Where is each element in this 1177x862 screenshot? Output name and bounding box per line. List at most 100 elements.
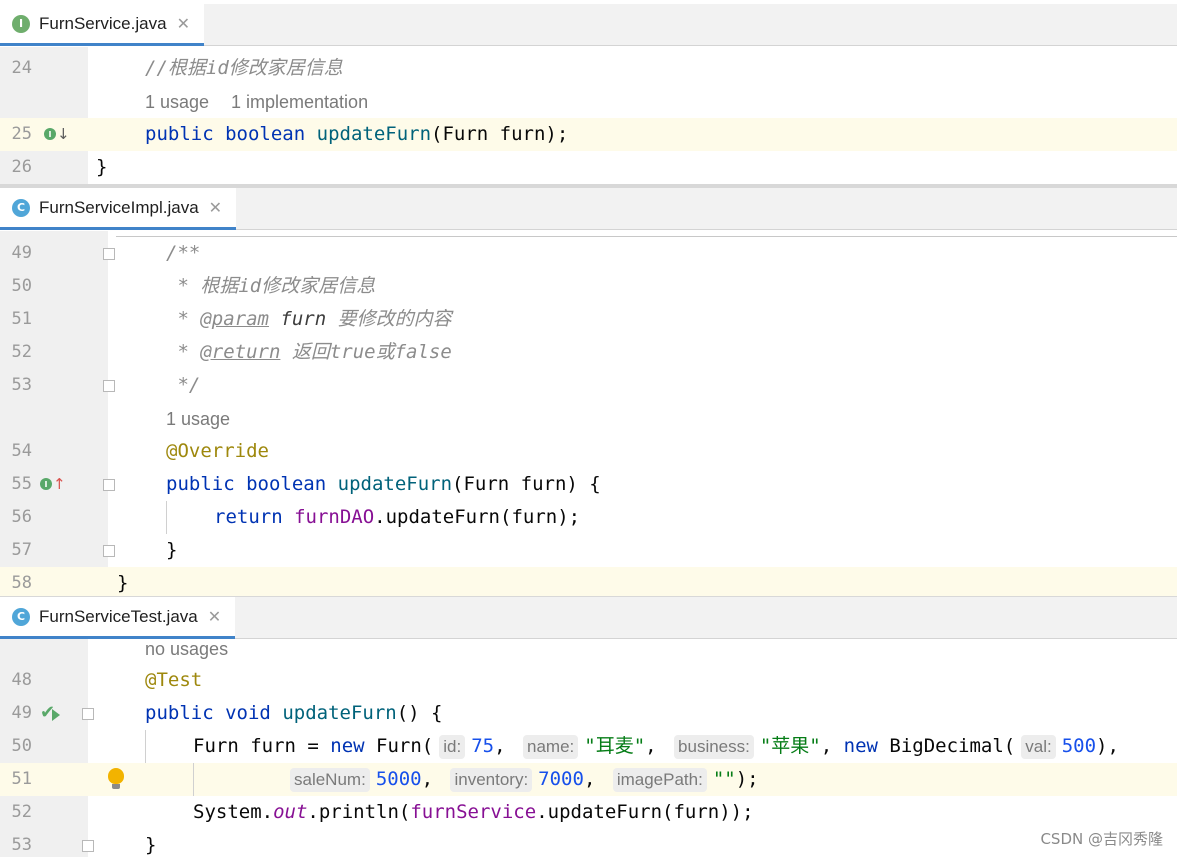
code-text: .updateFurn(furn)); [536, 801, 754, 823]
fold-icon[interactable] [103, 248, 115, 260]
code-line-49: 49 /** [0, 237, 1177, 270]
param-desc: 要修改的内容 [326, 308, 452, 330]
code-line-55: 55 I ↑ public boolean updateFurn(Furn fu… [0, 468, 1177, 501]
code-line-26: 26 } [0, 151, 1177, 184]
closing-brace: } [145, 834, 157, 856]
tabbar-furnservice: I FurnService.java ✕ [0, 4, 1177, 46]
code-line-25: 25 I ↓ public boolean updateFurn(Furn fu… [0, 118, 1177, 151]
javadoc-star: * [166, 341, 201, 363]
close-tab-icon[interactable]: ✕ [177, 14, 190, 33]
tab-label: FurnService.java [39, 13, 167, 33]
fold-end-icon[interactable] [103, 380, 115, 392]
code-line-48: 48 @Test [0, 664, 1177, 697]
method-declaration: public boolean updateFurn(Furn furn); [145, 118, 568, 151]
usages-hint[interactable]: no usages [145, 633, 228, 666]
method-name: updateFurn [282, 702, 397, 724]
code-line-24: 24 //根据id修改家居信息 [0, 52, 1177, 85]
signature: () { [396, 702, 443, 724]
javadoc-text: * 根据id修改家居信息 [166, 275, 376, 297]
line-number: 55 [11, 474, 32, 494]
call: .updateFurn(furn); [374, 506, 581, 528]
constructor-args: saleNum: 5000, inventory: 7000, imagePath:… [284, 763, 759, 796]
fold-end-icon[interactable] [82, 840, 94, 852]
method-declaration: public boolean updateFurn(Furn furn) { [166, 468, 601, 501]
tab-label: FurnServiceTest.java [39, 606, 198, 626]
field-ref: furnService [410, 801, 537, 823]
line-number: 26 [11, 157, 32, 177]
run-arrow-icon[interactable] [52, 709, 60, 721]
param-name: furn [280, 308, 327, 330]
lightbulb-icon[interactable] [108, 768, 124, 784]
code-line-51: 51 saleNum: 5000, inventory: 7000, imagePa… [0, 763, 1177, 796]
code-line-53: 53 */ [0, 369, 1177, 402]
param-hint: val: [1021, 735, 1056, 759]
keyword: boolean [246, 473, 327, 495]
closing-brace: } [166, 539, 178, 561]
close-tab-icon[interactable]: ✕ [208, 607, 221, 626]
usages-hint[interactable]: 1 usage [145, 86, 209, 119]
line-number: 50 [11, 736, 32, 756]
javadoc-tag[interactable]: @return [200, 341, 280, 363]
down-arrow-icon: ↓ [57, 125, 70, 143]
signature: (Furn furn); [431, 123, 569, 145]
implemented-icon[interactable]: I [44, 128, 56, 140]
keyword: boolean [225, 123, 306, 145]
keyword: public [166, 473, 235, 495]
inlay-hint-row: 1 usage 1 implementation [0, 86, 1177, 119]
inlay-hint-row: no usages [0, 633, 1177, 663]
line-number: 56 [11, 507, 32, 527]
code-line-49: 49 ✔ public void updateFurn() { [0, 697, 1177, 730]
return-desc: 返回true或false [280, 341, 452, 363]
signature: (Furn furn) { [452, 473, 601, 495]
tab-furnservice-java[interactable]: I FurnService.java ✕ [0, 4, 204, 46]
close-tab-icon[interactable]: ✕ [209, 198, 222, 217]
test-class-file-icon: C [12, 607, 30, 626]
println-statement: System.out.println(furnService.updateFur… [193, 796, 754, 829]
line-number: 53 [11, 835, 32, 855]
fold-end-icon[interactable] [103, 545, 115, 557]
keyword: public [145, 123, 214, 145]
string-literal: "" [712, 768, 736, 790]
string-literal: "苹果" [759, 735, 821, 757]
javadoc-return: * @return 返回true或false [166, 336, 452, 369]
constructor-call: Furn furn = new Furn(id: 75, name: "耳麦", b… [193, 735, 1119, 759]
implementations-hint[interactable]: 1 implementation [231, 86, 368, 119]
line-number: 52 [11, 342, 32, 362]
tab-label: FurnServiceImpl.java [39, 197, 199, 217]
tab-furnserviceimpl-java[interactable]: C FurnServiceImpl.java ✕ [0, 188, 237, 230]
comment: //根据id修改家居信息 [145, 57, 343, 79]
annotation: @Override [166, 440, 269, 462]
code-text: .println( [307, 801, 411, 823]
keyword: return [214, 506, 283, 528]
number-literal: 7000 [538, 768, 584, 790]
number-literal: 500 [1061, 735, 1097, 757]
fold-icon[interactable] [103, 479, 115, 491]
usages-hint[interactable]: 1 usage [166, 403, 230, 436]
keyword: new [330, 735, 365, 757]
fold-icon[interactable] [82, 708, 94, 720]
param-hint: id: [439, 735, 466, 759]
code-line-50: 50 * 根据id修改家居信息 [0, 270, 1177, 303]
field-ref: furnDAO [294, 506, 375, 528]
up-arrow-icon: ↑ [53, 475, 66, 493]
keyword: void [225, 702, 271, 724]
line-number: 48 [11, 670, 32, 690]
watermark: CSDN @吉冈秀隆 [1040, 830, 1163, 848]
tabbar-furnserviceimpl: C FurnServiceImpl.java ✕ [0, 188, 1177, 230]
line-number: 24 [11, 58, 32, 78]
line-number: 53 [11, 375, 32, 395]
javadoc-tag[interactable]: @param [200, 308, 269, 330]
method-declaration: public void updateFurn() { [145, 697, 442, 730]
inlay-hint-row: 1 usage [0, 403, 1177, 436]
param-hint: inventory: [450, 768, 533, 792]
string-literal: "耳麦" [584, 735, 646, 757]
code-line-52: 52 * @return 返回true或false [0, 336, 1177, 369]
number-literal: 75 [471, 735, 495, 757]
code-line-51: 51 * @param furn 要修改的内容 [0, 303, 1177, 336]
code-text: BigDecimal( [877, 735, 1016, 757]
method-name: updateFurn [316, 123, 432, 145]
implements-icon[interactable]: I [40, 478, 52, 490]
code-text: Furn( [364, 735, 434, 757]
code-line-56: 56 return furnDAO.updateFurn(furn); [0, 501, 1177, 534]
closing-brace: } [96, 156, 108, 178]
